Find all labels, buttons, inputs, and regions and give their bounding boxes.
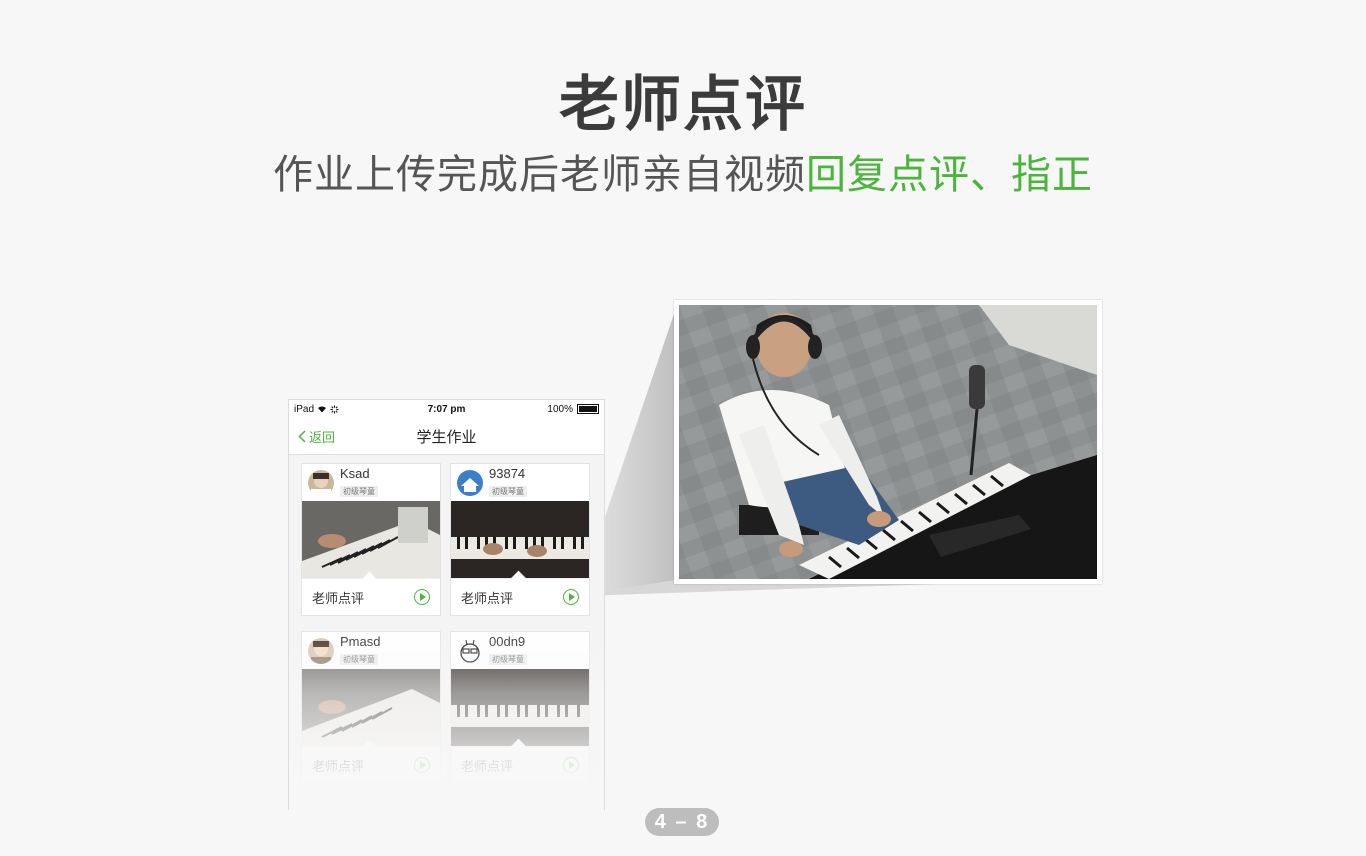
teacher-photo bbox=[679, 305, 1097, 579]
video-thumbnail[interactable] bbox=[451, 669, 589, 746]
user-name: 93874 bbox=[489, 465, 526, 481]
teacher-review-label: 老师点评 bbox=[461, 758, 514, 774]
back-button[interactable]: 返回 bbox=[289, 427, 335, 446]
video-thumbnail[interactable] bbox=[451, 501, 589, 578]
subtitle-highlight: 回复点评、指正 bbox=[806, 152, 1093, 198]
homework-card[interactable]: Ksad 初级琴童 老师点评 bbox=[301, 463, 441, 616]
avatar bbox=[308, 637, 334, 664]
user-name: Ksad bbox=[340, 465, 370, 481]
nav-bar: 返回 学生作业 bbox=[289, 418, 604, 455]
back-label: 返回 bbox=[309, 429, 336, 445]
chevron-left-icon bbox=[298, 429, 306, 443]
device-label: iPad bbox=[294, 403, 315, 415]
wifi-icon bbox=[318, 406, 327, 413]
card-header: 93874 初级琴童 bbox=[451, 464, 589, 501]
card-footer: 老师点评 bbox=[302, 570, 440, 615]
card-footer: 老师点评 bbox=[451, 738, 589, 783]
battery-percent: 100% bbox=[547, 403, 573, 415]
video-thumbnail[interactable] bbox=[302, 501, 440, 578]
homework-card[interactable]: 93874 初级琴童 老师点评 bbox=[450, 463, 590, 616]
user-level-badge: 初级琴童 bbox=[340, 485, 378, 497]
video-thumbnail[interactable] bbox=[302, 669, 440, 746]
user-name: 00dn9 bbox=[489, 633, 526, 649]
user-level-badge: 初级琴童 bbox=[489, 653, 527, 665]
page-indicator: 4 – 8 bbox=[645, 808, 719, 836]
teacher-review-label: 老师点评 bbox=[312, 590, 365, 606]
page-subtitle: 作业上传完成后老师亲自视频回复点评、指正 bbox=[0, 142, 1366, 200]
teacher-review-label: 老师点评 bbox=[461, 590, 514, 606]
loading-icon bbox=[330, 404, 339, 414]
card-header: 00dn9 初级琴童 bbox=[451, 632, 589, 669]
avatar bbox=[457, 469, 483, 496]
tablet-screen: iPad 7:07 pm 100% 返回 学生作业 Ksad 初级琴童 老师点评… bbox=[288, 399, 605, 810]
teacher-video-preview bbox=[674, 300, 1102, 584]
subtitle-plain: 作业上传完成后老师亲自视频 bbox=[273, 152, 806, 198]
card-footer: 老师点评 bbox=[451, 570, 589, 615]
card-footer: 老师点评 bbox=[302, 738, 440, 783]
page-title: 老师点评 bbox=[559, 70, 807, 140]
play-circle-icon[interactable] bbox=[563, 589, 579, 605]
battery-icon bbox=[577, 404, 599, 414]
play-circle-icon[interactable] bbox=[414, 589, 430, 605]
card-header: Ksad 初级琴童 bbox=[302, 464, 440, 501]
play-circle-icon[interactable] bbox=[563, 757, 579, 773]
avatar bbox=[308, 469, 334, 496]
user-name: Pmasd bbox=[340, 633, 381, 649]
user-level-badge: 初级琴童 bbox=[340, 653, 378, 665]
homework-card[interactable]: Pmasd 初级琴童 老师点评 bbox=[301, 631, 441, 784]
user-level-badge: 初级琴童 bbox=[489, 485, 527, 497]
card-header: Pmasd 初级琴童 bbox=[302, 632, 440, 669]
avatar bbox=[457, 637, 483, 664]
status-bar: iPad 7:07 pm 100% bbox=[289, 400, 604, 418]
teacher-review-label: 老师点评 bbox=[312, 758, 365, 774]
nav-title: 学生作业 bbox=[416, 428, 477, 446]
play-circle-icon[interactable] bbox=[414, 757, 430, 773]
homework-card[interactable]: 00dn9 初级琴童 老师点评 bbox=[450, 631, 590, 784]
